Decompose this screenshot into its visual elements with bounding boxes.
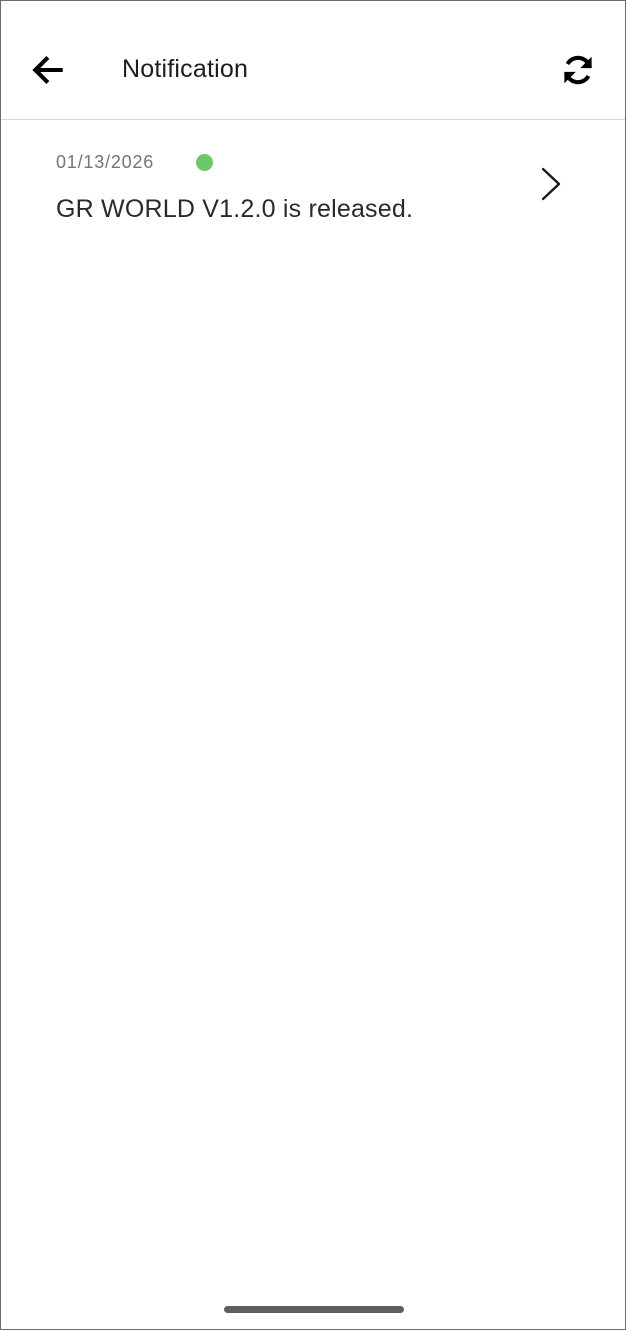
notification-item[interactable]: 01/13/2026 GR WORLD V1.2.0 is released. [1, 121, 625, 249]
home-indicator[interactable] [224, 1306, 404, 1313]
back-button[interactable] [23, 45, 73, 95]
notification-date: 01/13/2026 [56, 152, 155, 172]
page-title: Notification [122, 55, 249, 83]
chevron-right-icon [537, 165, 565, 203]
notification-list: 01/13/2026 GR WORLD V1.2.0 is released. [1, 121, 625, 249]
arrow-left-icon [32, 56, 63, 84]
unread-indicator [196, 154, 213, 171]
refresh-button[interactable] [553, 45, 603, 95]
app-bar: Notification [1, 1, 625, 120]
notification-message: GR WORLD V1.2.0 is released. [56, 195, 414, 223]
refresh-icon [564, 55, 592, 85]
screen: Notification 01/13/2026 GR WORLD V1.2.0 … [0, 0, 626, 1330]
